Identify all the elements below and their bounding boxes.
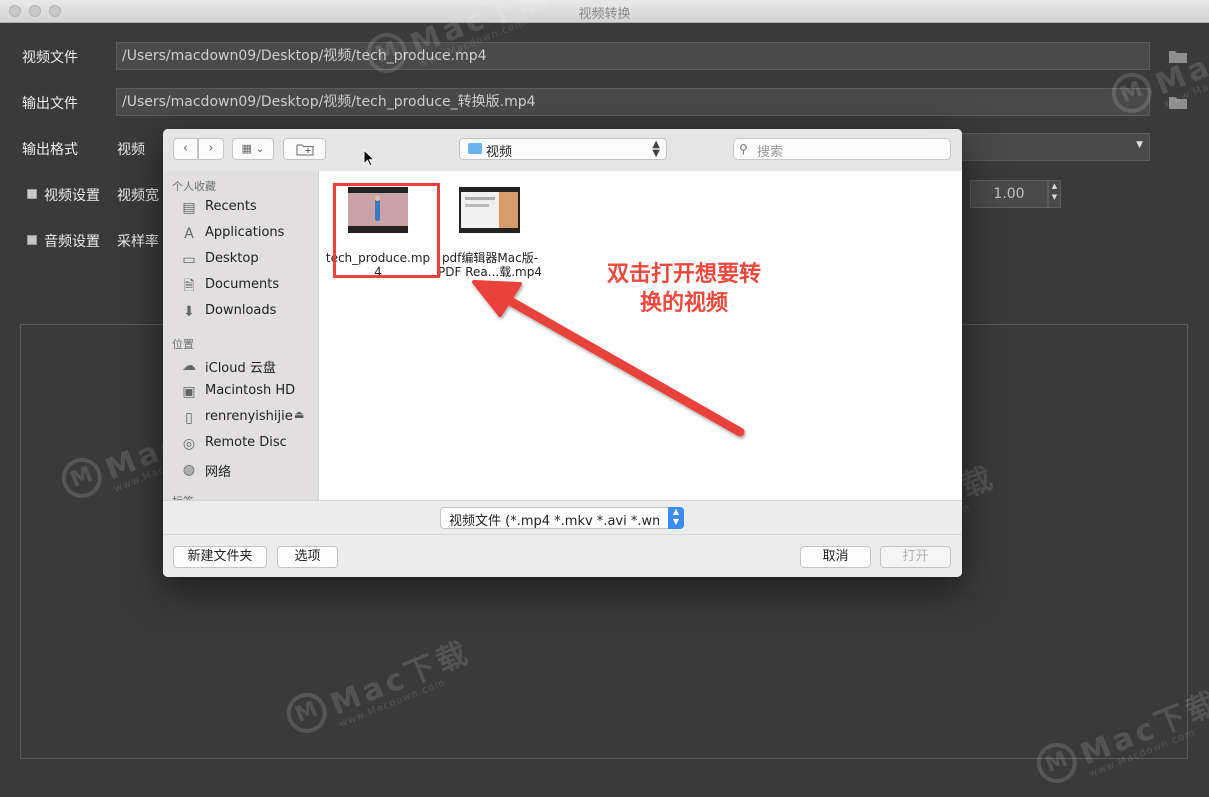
cancel-button[interactable]: 取消 <box>800 546 871 568</box>
video-file-input[interactable]: /Users/macdown09/Desktop/视频/tech_produce… <box>116 42 1150 70</box>
sidebar-item-macintosh-hd[interactable]: ▣ Macintosh HD <box>180 382 315 404</box>
audio-format-select[interactable]: ▼ <box>960 133 1150 161</box>
file-name-continued: PDF Rea...载.mp4 <box>438 265 542 279</box>
eject-icon[interactable]: ⏏ <box>294 408 304 421</box>
options-button[interactable]: 选项 <box>277 546 338 568</box>
output-format-label: 输出格式 <box>22 142 78 158</box>
open-button[interactable]: 打开 <box>880 546 951 568</box>
search-icon: ⚲ <box>739 142 748 156</box>
dialog-button-bar: 新建文件夹 选项 取消 打开 <box>163 534 962 577</box>
video-settings-checkbox[interactable] <box>27 189 37 199</box>
filter-bar: 视频文件 (*.mp4 *.mkv *.avi *.wmv *... ▲▼ <box>163 500 962 535</box>
new-folder-toolbar-button[interactable] <box>283 138 326 160</box>
sidebar-item-network[interactable]: ◍ 网络 <box>180 460 315 482</box>
scale-input[interactable]: 1.00 <box>970 180 1048 208</box>
documents-icon: 🗎 <box>183 278 195 294</box>
cloud-icon: ☁ <box>182 358 196 374</box>
mouse-cursor-icon <box>363 149 375 167</box>
title-bar: 视频转换 <box>0 0 1209 23</box>
audio-settings-label: 音频设置 <box>44 234 100 250</box>
sidebar-item-documents[interactable]: 🗎 Documents <box>180 276 315 298</box>
chevron-left-icon: ‹ <box>182 141 189 156</box>
locations-header: 位置 <box>172 338 194 351</box>
network-icon: ◍ <box>182 462 196 478</box>
video-settings-label: 视频设置 <box>44 188 100 204</box>
format-video-label: 视频 <box>117 142 145 158</box>
window-title: 视频转换 <box>578 7 631 22</box>
tags-header: 标签 <box>172 493 194 500</box>
new-folder-button[interactable]: 新建文件夹 <box>173 546 267 568</box>
forward-button[interactable]: › <box>198 138 224 160</box>
favorites-header: 个人收藏 <box>172 180 216 193</box>
sample-rate-label: 采样率 <box>117 234 159 250</box>
folder-icon <box>468 143 482 154</box>
watermark-logo-icon: M <box>360 26 413 79</box>
sidebar-item-recents[interactable]: ▤ Recents <box>180 198 315 220</box>
search-placeholder: 搜索 <box>757 145 784 160</box>
sidebar-item-remote-disc[interactable]: ◎ Remote Disc <box>180 434 315 456</box>
file-type-label: 视频文件 (*.mp4 *.mkv *.avi *.wmv *... <box>449 514 659 529</box>
location-label: 视频 <box>486 145 513 160</box>
annotation-line-1: 双击打开想要转 <box>606 262 761 287</box>
external-disk-icon: ▯ <box>185 410 193 426</box>
chevron-right-icon: › <box>208 141 214 156</box>
annotation-line-2: 换的视频 <box>639 291 728 316</box>
annotation-text: 双击打开想要转 换的视频 <box>584 260 784 318</box>
location-select[interactable]: 视频 ▲ ▼ <box>459 138 667 160</box>
video-thumbnail <box>459 187 520 233</box>
video-width-label: 视频宽 <box>117 188 159 204</box>
highlight-box <box>333 183 440 278</box>
search-field[interactable]: ⚲ 搜索 <box>733 138 951 160</box>
applications-icon: A <box>184 226 194 242</box>
updown-chevron-icon: ▲ ▼ <box>668 507 684 529</box>
recents-icon: ▤ <box>182 200 196 216</box>
sidebar-item-downloads[interactable]: ⬇ Downloads <box>180 302 315 324</box>
downloads-icon: ⬇ <box>183 304 195 320</box>
dialog-toolbar: ‹ › ▦ ⌄ 视频 ▲ ▼ ⚲ 搜索 <box>163 129 962 172</box>
updown-chevron-icon: ▲ ▼ <box>652 139 660 159</box>
grid-view-icon: ▦ ⌄ <box>241 142 265 155</box>
new-folder-icon <box>296 144 313 156</box>
remote-disc-icon: ◎ <box>182 436 196 452</box>
sidebar-item-external-disk[interactable]: ▯ renrenyishijie ⏏ <box>180 408 315 430</box>
scale-stepper[interactable]: ▲ ▼ <box>1048 180 1061 208</box>
output-file-label: 输出文件 <box>22 96 78 112</box>
open-file-dialog: ‹ › ▦ ⌄ 视频 ▲ ▼ ⚲ 搜索 个人收藏 ▤ Recents A Applic… <box>163 129 962 577</box>
sidebar-item-icloud[interactable]: ☁ iCloud 云盘 <box>180 356 315 378</box>
sidebar: 个人收藏 ▤ Recents A Applications ▭ Desktop 🗎 Do… <box>163 171 319 500</box>
file-type-select[interactable]: 视频文件 (*.mp4 *.mkv *.avi *.wmv *... ▲▼ <box>440 507 684 529</box>
video-file-label: 视频文件 <box>22 50 78 66</box>
audio-settings-checkbox[interactable] <box>27 235 37 245</box>
chevron-down-icon: ▼ <box>1136 140 1143 150</box>
disk-icon: ▣ <box>182 384 196 400</box>
view-mode-button[interactable]: ▦ ⌄ <box>232 138 274 160</box>
file-name: pdf编辑器Mac版- <box>441 251 539 265</box>
back-button[interactable]: ‹ <box>173 138 198 160</box>
output-file-input[interactable]: /Users/macdown09/Desktop/视频/tech_produce… <box>116 88 1150 116</box>
desktop-icon: ▭ <box>182 252 196 268</box>
sidebar-item-desktop[interactable]: ▭ Desktop <box>180 250 315 272</box>
sidebar-item-applications[interactable]: A Applications <box>180 224 315 246</box>
